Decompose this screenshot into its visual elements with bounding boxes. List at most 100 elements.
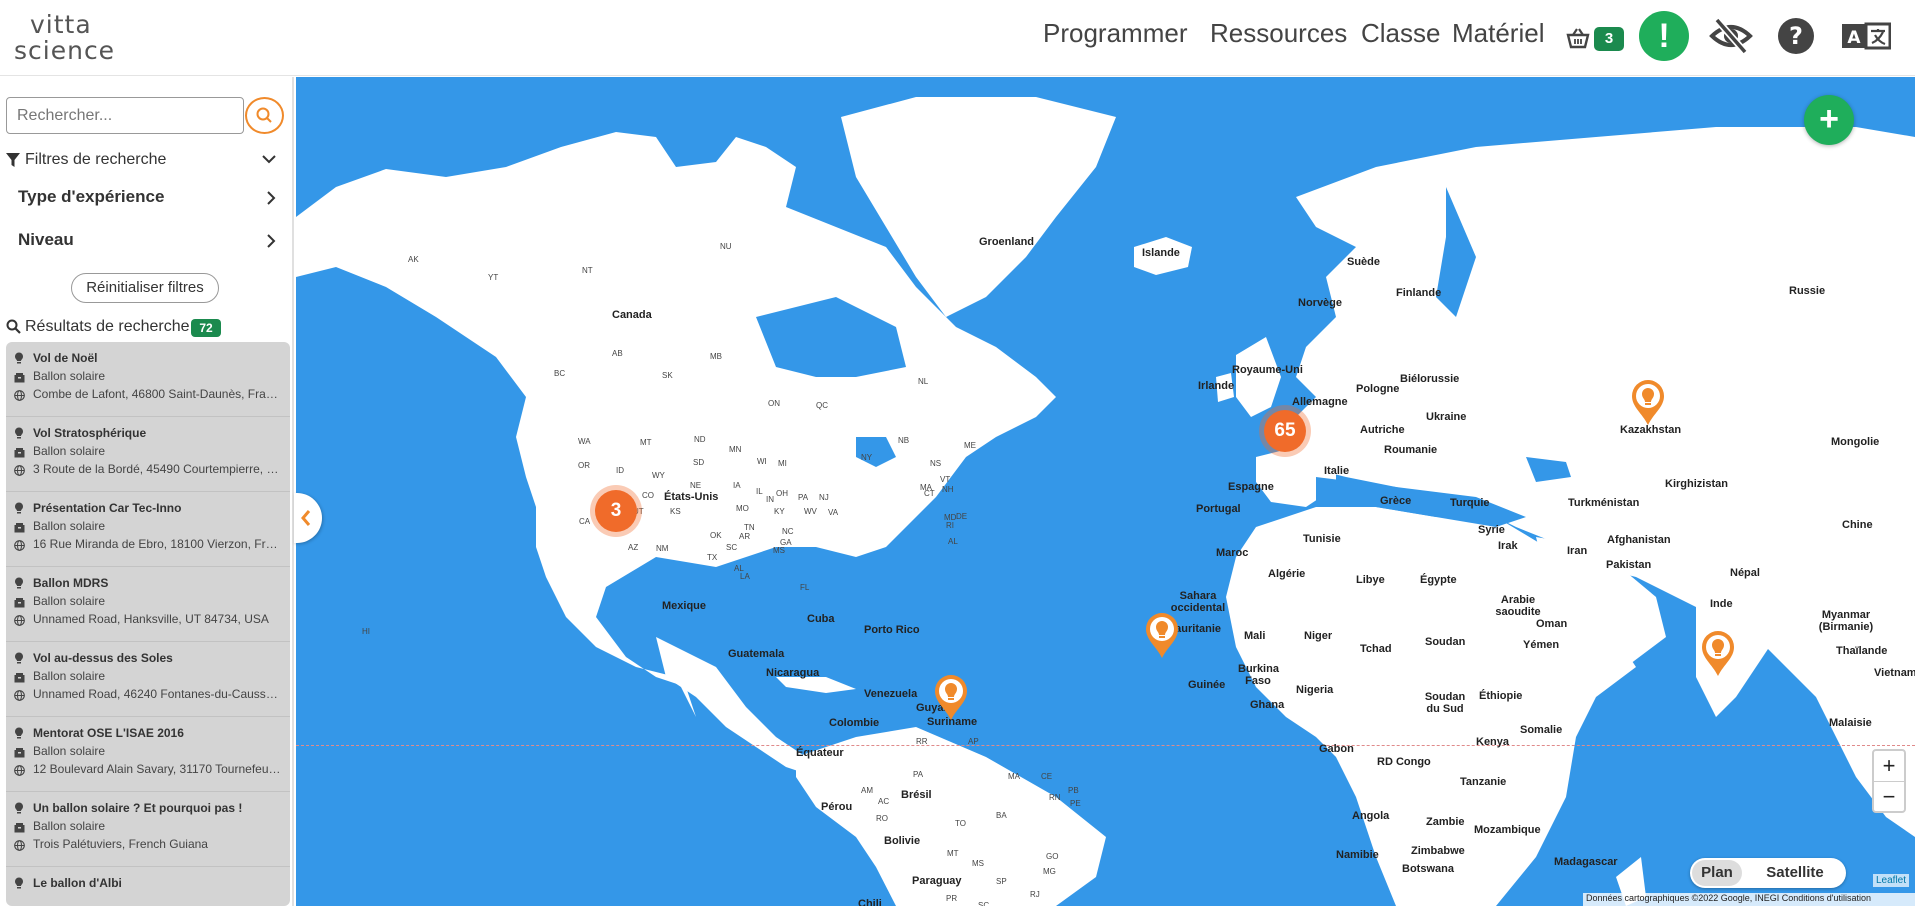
state-label: AP bbox=[968, 737, 979, 746]
result-item[interactable]: Un ballon solaire ? Et pourquoi pas ! Bal… bbox=[6, 792, 290, 867]
result-item[interactable]: Vol Stratosphérique Ballon solaire 3 Route… bbox=[6, 417, 290, 492]
world-map[interactable]: Groenland Islande Suède Finlande Russie … bbox=[296, 77, 1915, 906]
state-label: CE bbox=[1041, 772, 1053, 781]
result-item[interactable]: Le ballon d'Albi bbox=[6, 867, 290, 906]
map-label: Russie bbox=[1789, 285, 1826, 297]
map-label: Yémen bbox=[1523, 639, 1560, 651]
location-pin-icon[interactable] bbox=[1630, 379, 1666, 427]
map-label: Zimbabwe bbox=[1411, 845, 1465, 857]
nav-ressources[interactable]: Ressources bbox=[1210, 18, 1347, 54]
state-label: RJ bbox=[1030, 890, 1040, 899]
leaflet-attribution-link[interactable]: Leaflet bbox=[1873, 874, 1910, 887]
maptype-satellite-button[interactable]: Satellite bbox=[1748, 860, 1842, 886]
map-label: Somalie bbox=[1520, 724, 1563, 736]
translate-icon[interactable]: A bbox=[1841, 16, 1892, 56]
map-label: Éthiopie bbox=[1479, 690, 1523, 702]
globe-icon bbox=[14, 613, 25, 631]
reset-filters-button[interactable]: Réinitialiser filtres bbox=[71, 273, 219, 303]
package-icon bbox=[14, 370, 25, 388]
maptype-plan-button[interactable]: Plan bbox=[1692, 860, 1742, 886]
zoom-out-button[interactable]: − bbox=[1874, 781, 1904, 811]
state-label: NJ bbox=[819, 493, 829, 502]
state-label: NE bbox=[690, 481, 702, 490]
map-label: Afghanistan bbox=[1607, 534, 1671, 546]
vittascience-logo[interactable]: vitta science bbox=[14, 10, 124, 65]
map-label: Népal bbox=[1730, 567, 1760, 579]
state-label: CT bbox=[924, 489, 935, 498]
nav-materiel[interactable]: Matériel bbox=[1452, 18, 1544, 54]
map-label: Espagne bbox=[1228, 481, 1274, 493]
collapse-sidebar-button[interactable] bbox=[294, 493, 322, 543]
zoom-in-button[interactable]: + bbox=[1874, 751, 1904, 781]
state-label: MS bbox=[773, 546, 785, 555]
eye-slash-icon[interactable] bbox=[1709, 16, 1753, 56]
filter-niveau[interactable]: Niveau bbox=[18, 230, 276, 256]
state-label: FL bbox=[800, 583, 810, 592]
result-address: Trois Palétuviers, French Guiana bbox=[33, 837, 208, 851]
state-label: ID bbox=[616, 466, 624, 475]
lightbulb-icon bbox=[14, 651, 24, 669]
filters-label: Filtres de recherche bbox=[25, 151, 167, 168]
top-header: vitta science Programmer Ressources Clas… bbox=[0, 0, 1915, 76]
state-label: SC bbox=[726, 543, 738, 552]
state-label: WI bbox=[757, 457, 767, 466]
result-item[interactable]: Vol de Noël Ballon solaire Combe de Lafont… bbox=[6, 342, 290, 417]
location-pin-icon[interactable] bbox=[933, 674, 969, 722]
chevron-down-icon bbox=[262, 155, 276, 164]
google-attribution: Données cartographiques ©2022 Google, IN… bbox=[1583, 893, 1915, 906]
state-label: WV bbox=[804, 507, 817, 516]
map-label: Inde bbox=[1710, 598, 1733, 610]
state-label: KY bbox=[774, 507, 785, 516]
map-label: Madagascar bbox=[1554, 856, 1618, 868]
result-type: Ballon solaire bbox=[33, 519, 106, 533]
alert-button[interactable]: ! bbox=[1639, 11, 1689, 61]
map-label: Vietnam bbox=[1874, 667, 1915, 679]
cluster-marker[interactable]: 3 bbox=[595, 490, 637, 532]
result-item[interactable]: Vol au-dessus des Soles Ballon solaire Unn… bbox=[6, 642, 290, 717]
map-label: RD Congo bbox=[1377, 756, 1431, 768]
location-pin-icon[interactable] bbox=[1144, 612, 1180, 660]
state-label: KS bbox=[670, 507, 681, 516]
state-label: GO bbox=[1046, 852, 1059, 861]
state-label: VA bbox=[828, 508, 839, 517]
map-label: Brésil bbox=[901, 789, 932, 801]
cart-button[interactable]: 3 bbox=[1566, 26, 1626, 52]
result-item[interactable]: Présentation Car Tec-Inno Ballon solaire 1… bbox=[6, 492, 290, 567]
state-label: VT bbox=[940, 475, 951, 484]
map-label: Ghana bbox=[1250, 699, 1285, 711]
result-title: Présentation Car Tec-Inno bbox=[33, 501, 182, 515]
map-label: Allemagne bbox=[1292, 396, 1348, 408]
lightbulb-icon bbox=[14, 576, 24, 594]
help-icon[interactable]: ? bbox=[1776, 16, 1820, 56]
state-label: MT bbox=[947, 849, 959, 858]
map-label: Syrie bbox=[1478, 524, 1505, 536]
state-label: NH bbox=[942, 485, 954, 494]
result-type: Ballon solaire bbox=[33, 444, 106, 458]
state-label: QC bbox=[816, 401, 828, 410]
location-pin-icon[interactable] bbox=[1700, 630, 1736, 678]
state-label: RR bbox=[916, 737, 928, 746]
result-type: Ballon solaire bbox=[33, 369, 106, 383]
state-label: PR bbox=[946, 894, 958, 903]
search-button[interactable] bbox=[245, 97, 284, 134]
state-label: OR bbox=[578, 461, 590, 470]
filters-toggle[interactable]: Filtres de recherche bbox=[6, 150, 276, 172]
map-label: Équateur bbox=[796, 747, 844, 759]
map-label: Thaïlande bbox=[1836, 645, 1888, 657]
cluster-marker[interactable]: 65 bbox=[1264, 410, 1306, 452]
map-label: Portugal bbox=[1196, 503, 1241, 515]
map-label: Guinée bbox=[1188, 679, 1226, 691]
state-label: OK bbox=[710, 531, 722, 540]
result-item[interactable]: Mentorat OSE L'ISAE 2016 Ballon solaire 12… bbox=[6, 717, 290, 792]
add-experience-button[interactable]: + bbox=[1804, 95, 1854, 145]
result-item[interactable]: Ballon MDRS Ballon solaire Unnamed Road, H… bbox=[6, 567, 290, 642]
state-label: MT bbox=[640, 438, 652, 447]
nav-programmer[interactable]: Programmer bbox=[1043, 18, 1187, 54]
result-title: Vol de Noël bbox=[33, 351, 98, 365]
globe-icon bbox=[14, 688, 25, 706]
filter-experience-type-label: Type d'expérience bbox=[18, 187, 165, 206]
nav-classe[interactable]: Classe bbox=[1361, 18, 1440, 54]
search-input[interactable] bbox=[6, 97, 244, 134]
filter-experience-type[interactable]: Type d'expérience bbox=[18, 187, 276, 213]
state-label: NM bbox=[656, 544, 669, 553]
